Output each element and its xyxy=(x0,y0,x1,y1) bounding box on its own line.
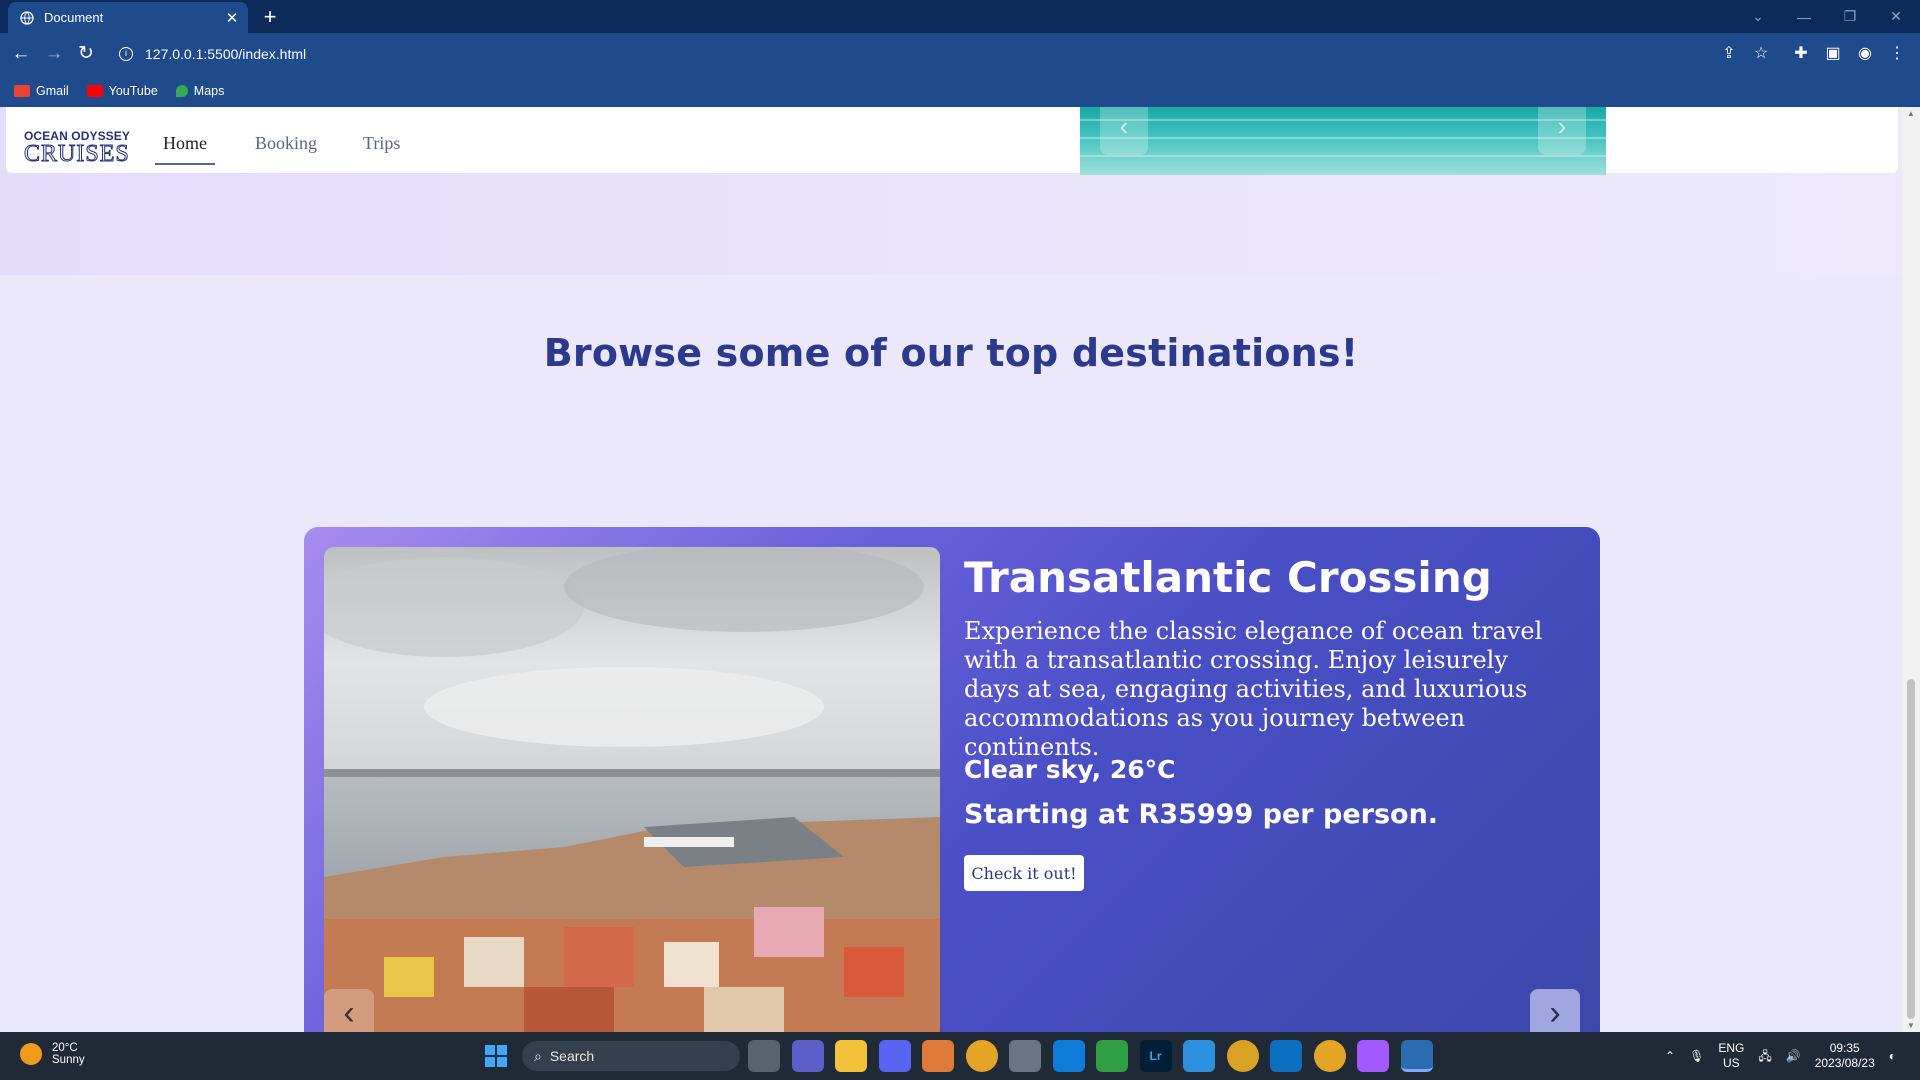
chrome-alt-icon[interactable] xyxy=(1313,1040,1346,1072)
chevron-up-icon[interactable]: ⌃ xyxy=(1665,1049,1675,1064)
globe-icon xyxy=(20,10,34,25)
gmail-icon xyxy=(14,85,30,97)
clock-time: 09:35 xyxy=(1829,1041,1860,1055)
active-app-icon[interactable] xyxy=(1400,1040,1433,1072)
tool-icon[interactable] xyxy=(1009,1040,1041,1072)
discord-icon[interactable] xyxy=(878,1040,911,1072)
clock-date: 2023/08/23 xyxy=(1814,1056,1875,1070)
bookmark-label: Maps xyxy=(193,84,225,98)
photos-icon[interactable] xyxy=(1183,1040,1215,1072)
bookmarks-bar: Gmail YouTube Maps xyxy=(0,75,1920,107)
language-indicator[interactable]: ENG US xyxy=(1718,1041,1744,1071)
scroll-up-icon[interactable]: ▲ xyxy=(1906,109,1916,118)
system-tray: ⌃ 🎙 ENG US 🖧 🔊 09:35 2023/08/23 ◐ xyxy=(1651,1032,1896,1080)
close-tab-icon[interactable]: ✕ xyxy=(222,9,242,27)
forward-icon[interactable]: → xyxy=(42,42,66,66)
nav-trips[interactable]: Trips xyxy=(363,133,400,154)
site-logo[interactable]: OCEAN ODYSSEY CRUISES xyxy=(24,129,130,167)
sun-icon xyxy=(20,1043,42,1065)
task-view-icon[interactable] xyxy=(748,1040,780,1072)
file-explorer-icon[interactable] xyxy=(835,1040,867,1072)
site-header: OCEAN ODYSSEY CRUISES Home Booking Trips… xyxy=(6,107,1898,175)
prev-arrow-icon[interactable]: ‹ xyxy=(324,989,374,1032)
bookmark-youtube[interactable]: YouTube xyxy=(86,84,158,98)
extensions-icon[interactable]: ✚ xyxy=(1789,42,1813,66)
bookmark-star-icon[interactable]: ☆ xyxy=(1749,42,1773,66)
scrollbar-thumb[interactable] xyxy=(1907,679,1915,1019)
url-text: 127.0.0.1:5500/index.html xyxy=(145,46,307,62)
restore-icon[interactable]: ❐ xyxy=(1827,8,1873,25)
chrome-profile-icon[interactable] xyxy=(1226,1040,1259,1072)
reload-icon[interactable]: ↻ xyxy=(74,42,98,66)
share-icon[interactable]: ⇪ xyxy=(1717,42,1741,66)
weather-widget[interactable]: 20°C Sunny xyxy=(20,1042,85,1066)
next-arrow-icon[interactable]: › xyxy=(1530,989,1580,1032)
browser-toolbar: ← → ↻ i 127.0.0.1:5500/index.html ⇪ ☆ ✚ … xyxy=(0,33,1920,75)
clock[interactable]: 09:35 2023/08/23 xyxy=(1815,1041,1875,1071)
destination-price: Starting at R35999 per person. xyxy=(964,799,1439,830)
page-viewport: OCEAN ODYSSEY CRUISES Home Booking Trips… xyxy=(0,107,1920,1032)
volume-icon[interactable]: 🔊 xyxy=(1786,1049,1801,1064)
taskbar-search[interactable]: ⌕ Search xyxy=(522,1041,740,1071)
browser-tab-bar: Document ✕ + ⌄ — ❐ ✕ xyxy=(0,0,1920,33)
destination-title: Transatlantic Crossing xyxy=(964,553,1492,602)
profile-icon[interactable]: ◉ xyxy=(1853,42,1877,66)
address-bar[interactable]: i 127.0.0.1:5500/index.html xyxy=(110,38,1770,70)
lang-secondary: US xyxy=(1723,1056,1740,1070)
scroll-down-icon[interactable]: ▼ xyxy=(1906,1021,1916,1030)
network-icon[interactable]: 🖧 xyxy=(1758,1049,1771,1064)
logo-bottom-text: CRUISES xyxy=(24,141,130,167)
back-icon[interactable]: ← xyxy=(9,42,33,66)
microphone-icon[interactable]: 🎙 xyxy=(1689,1049,1704,1064)
hero-prev-arrow-icon[interactable]: ‹ xyxy=(1100,107,1148,155)
store-icon[interactable] xyxy=(1052,1040,1085,1072)
page-scrollbar[interactable]: ▲ ▼ xyxy=(1902,107,1920,1032)
brave-icon[interactable] xyxy=(922,1040,954,1072)
nav-booking[interactable]: Booking xyxy=(255,133,317,154)
side-panel-icon[interactable]: ▣ xyxy=(1821,42,1845,66)
destination-weather: Clear sky, 26°C xyxy=(964,755,1176,784)
figma-icon[interactable] xyxy=(1357,1040,1389,1072)
teams-icon[interactable] xyxy=(791,1040,824,1072)
notifications-icon[interactable]: ◐ xyxy=(1889,1049,1896,1064)
section-heading: Browse some of our top destinations! xyxy=(543,331,1359,375)
windows-taskbar: 20°C Sunny ⌕ Search Lr ⌃ 🎙 ENG US 🖧 🔊 09… xyxy=(0,1032,1920,1080)
new-tab-button[interactable]: + xyxy=(258,4,282,30)
youtube-icon xyxy=(86,85,103,97)
tab-title: Document xyxy=(44,10,104,25)
site-info-icon[interactable]: i xyxy=(119,47,133,61)
lang-primary: ENG xyxy=(1718,1041,1745,1055)
windows-start-icon[interactable] xyxy=(485,1045,507,1067)
maps-icon xyxy=(175,85,188,97)
menu-icon[interactable]: ⋮ xyxy=(1885,42,1909,66)
tab-search-icon[interactable]: ⌄ xyxy=(1735,8,1781,25)
destination-card: ‹ › Transatlantic Crossing Experience th… xyxy=(304,527,1600,1032)
nav-home[interactable]: Home xyxy=(155,133,215,165)
vscode-icon[interactable] xyxy=(1270,1040,1302,1072)
taskbar-search-label: Search xyxy=(549,1048,595,1064)
lightroom-icon[interactable]: Lr xyxy=(1139,1040,1172,1072)
bookmark-maps[interactable]: Maps xyxy=(175,84,225,98)
chrome-icon[interactable] xyxy=(965,1040,998,1072)
destination-description: Experience the classic elegance of ocean… xyxy=(964,617,1543,761)
close-window-icon[interactable]: ✕ xyxy=(1873,8,1919,25)
destinations-section: Browse some of our top destinations! ‹ ›… xyxy=(0,275,1902,1032)
search-icon: ⌕ xyxy=(534,1047,542,1064)
destination-photo xyxy=(324,547,940,1032)
hero-next-arrow-icon[interactable]: › xyxy=(1538,107,1586,155)
bookmark-label: Gmail xyxy=(36,84,69,98)
window-controls: ⌄ — ❐ ✕ xyxy=(1735,0,1919,33)
weather-condition: Sunny xyxy=(52,1054,85,1066)
notepad-icon[interactable] xyxy=(1096,1040,1128,1072)
taskbar-apps: Lr xyxy=(748,1040,1444,1072)
hero-carousel-image: ‹ › xyxy=(1080,107,1606,175)
bookmark-label: YouTube xyxy=(108,84,158,98)
browser-tab[interactable]: Document ✕ xyxy=(8,2,248,33)
bookmark-gmail[interactable]: Gmail xyxy=(14,84,69,98)
weather-temp: 20°C xyxy=(52,1042,78,1054)
minimize-icon[interactable]: — xyxy=(1781,9,1827,25)
check-it-out-button[interactable]: Check it out! xyxy=(964,855,1084,891)
